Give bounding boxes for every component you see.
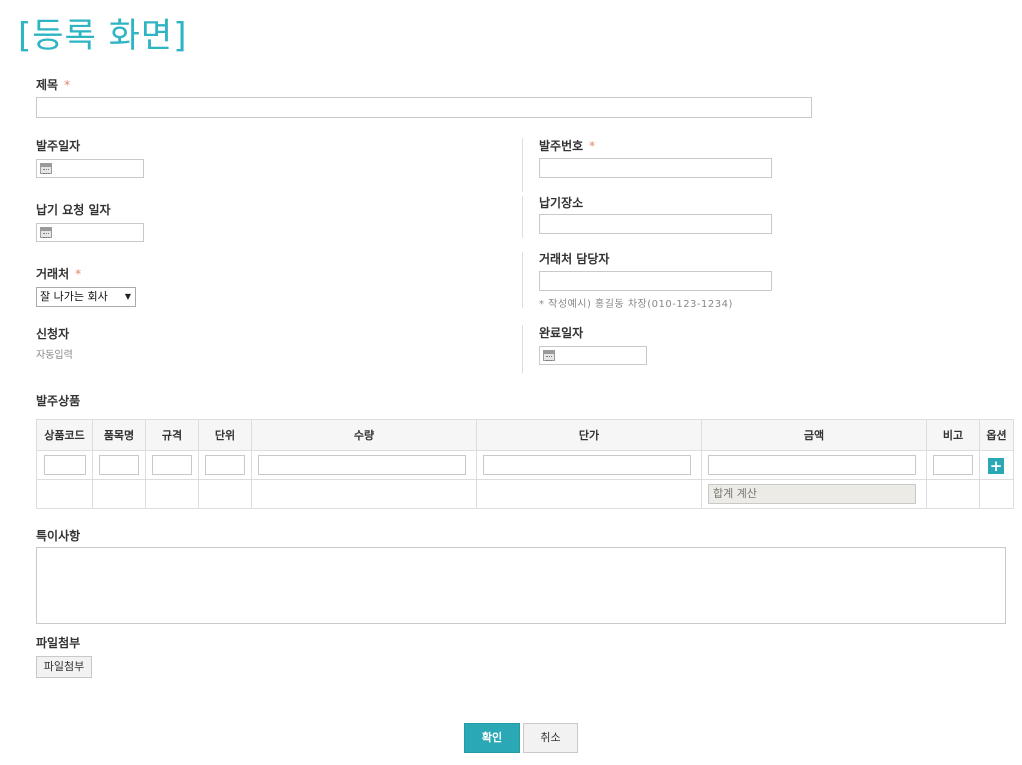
client-manager-label: 거래처 담당자 bbox=[539, 252, 610, 266]
product-name-input[interactable] bbox=[99, 455, 139, 475]
column-header: 상품코드 bbox=[36, 419, 93, 451]
calendar-icon[interactable] bbox=[40, 163, 52, 174]
order-number-label: 발주번호 * bbox=[539, 139, 596, 153]
column-divider bbox=[522, 138, 523, 192]
table-row: 합계 계산 bbox=[36, 479, 1014, 509]
column-divider bbox=[522, 252, 523, 308]
table-row: + bbox=[36, 450, 1014, 480]
order-date-label: 발주일자 bbox=[36, 139, 81, 153]
title-input[interactable] bbox=[36, 97, 812, 118]
calendar-icon[interactable] bbox=[40, 227, 52, 238]
delivery-place-label: 납기장소 bbox=[539, 196, 584, 210]
unit-price-input[interactable] bbox=[483, 455, 691, 475]
column-header: 품목명 bbox=[92, 419, 146, 451]
column-header: 금액 bbox=[701, 419, 927, 451]
complete-date-input[interactable] bbox=[539, 346, 647, 365]
delivery-request-label: 납기 요청 일자 bbox=[36, 203, 111, 217]
spec-input[interactable] bbox=[152, 455, 192, 475]
sum-field: 합계 계산 bbox=[708, 484, 916, 504]
column-header: 단가 bbox=[476, 419, 702, 451]
required-mark: * bbox=[589, 139, 596, 153]
cancel-button[interactable]: 취소 bbox=[523, 723, 578, 753]
page-title: [등록 화면] bbox=[18, 16, 188, 56]
requester-label: 신청자 bbox=[36, 327, 70, 341]
add-row-button[interactable]: + bbox=[988, 458, 1004, 474]
column-divider bbox=[522, 325, 523, 373]
complete-date-label: 완료일자 bbox=[539, 326, 584, 340]
required-mark: * bbox=[75, 267, 82, 281]
table-header-row: 상품코드 품목명 규격 단위 수량 단가 금액 비고 옵션 bbox=[36, 419, 1014, 451]
attach-label: 파일첨부 bbox=[36, 636, 81, 650]
attach-file-button[interactable]: 파일첨부 bbox=[36, 656, 92, 678]
client-label: 거래처 * bbox=[36, 267, 82, 281]
calendar-icon[interactable] bbox=[543, 350, 555, 361]
requester-value: 자동입력 bbox=[36, 350, 73, 361]
column-header: 수량 bbox=[251, 419, 477, 451]
column-header: 규격 bbox=[145, 419, 199, 451]
client-manager-input[interactable] bbox=[539, 271, 772, 291]
column-header: 옵션 bbox=[979, 419, 1014, 451]
items-section-label: 발주상품 bbox=[36, 394, 81, 408]
quantity-input[interactable] bbox=[258, 455, 466, 475]
required-mark: * bbox=[64, 78, 71, 92]
chevron-down-icon: ▼ bbox=[124, 292, 131, 301]
client-manager-hint: * 작성예시) 홍길동 차장(010-123-1234) bbox=[539, 299, 733, 310]
column-divider bbox=[522, 196, 523, 238]
order-date-input[interactable] bbox=[36, 159, 144, 178]
column-header: 단위 bbox=[198, 419, 252, 451]
product-code-input[interactable] bbox=[44, 455, 86, 475]
order-number-input[interactable] bbox=[539, 158, 772, 178]
delivery-place-input[interactable] bbox=[539, 214, 772, 234]
unit-input[interactable] bbox=[205, 455, 245, 475]
amount-input[interactable] bbox=[708, 455, 916, 475]
remark-input[interactable] bbox=[933, 455, 973, 475]
confirm-button[interactable]: 확인 bbox=[464, 723, 520, 753]
column-header: 비고 bbox=[926, 419, 980, 451]
items-table: 상품코드 품목명 규격 단위 수량 단가 금액 비고 옵션 + 합계 계산 bbox=[36, 419, 1014, 509]
delivery-request-date-input[interactable] bbox=[36, 223, 144, 242]
notes-textarea[interactable] bbox=[36, 547, 1006, 624]
client-select[interactable]: 잘 나가는 회사 ▼ bbox=[36, 287, 136, 307]
notes-label: 특이사항 bbox=[36, 529, 81, 543]
title-label: 제목 * bbox=[36, 78, 71, 92]
